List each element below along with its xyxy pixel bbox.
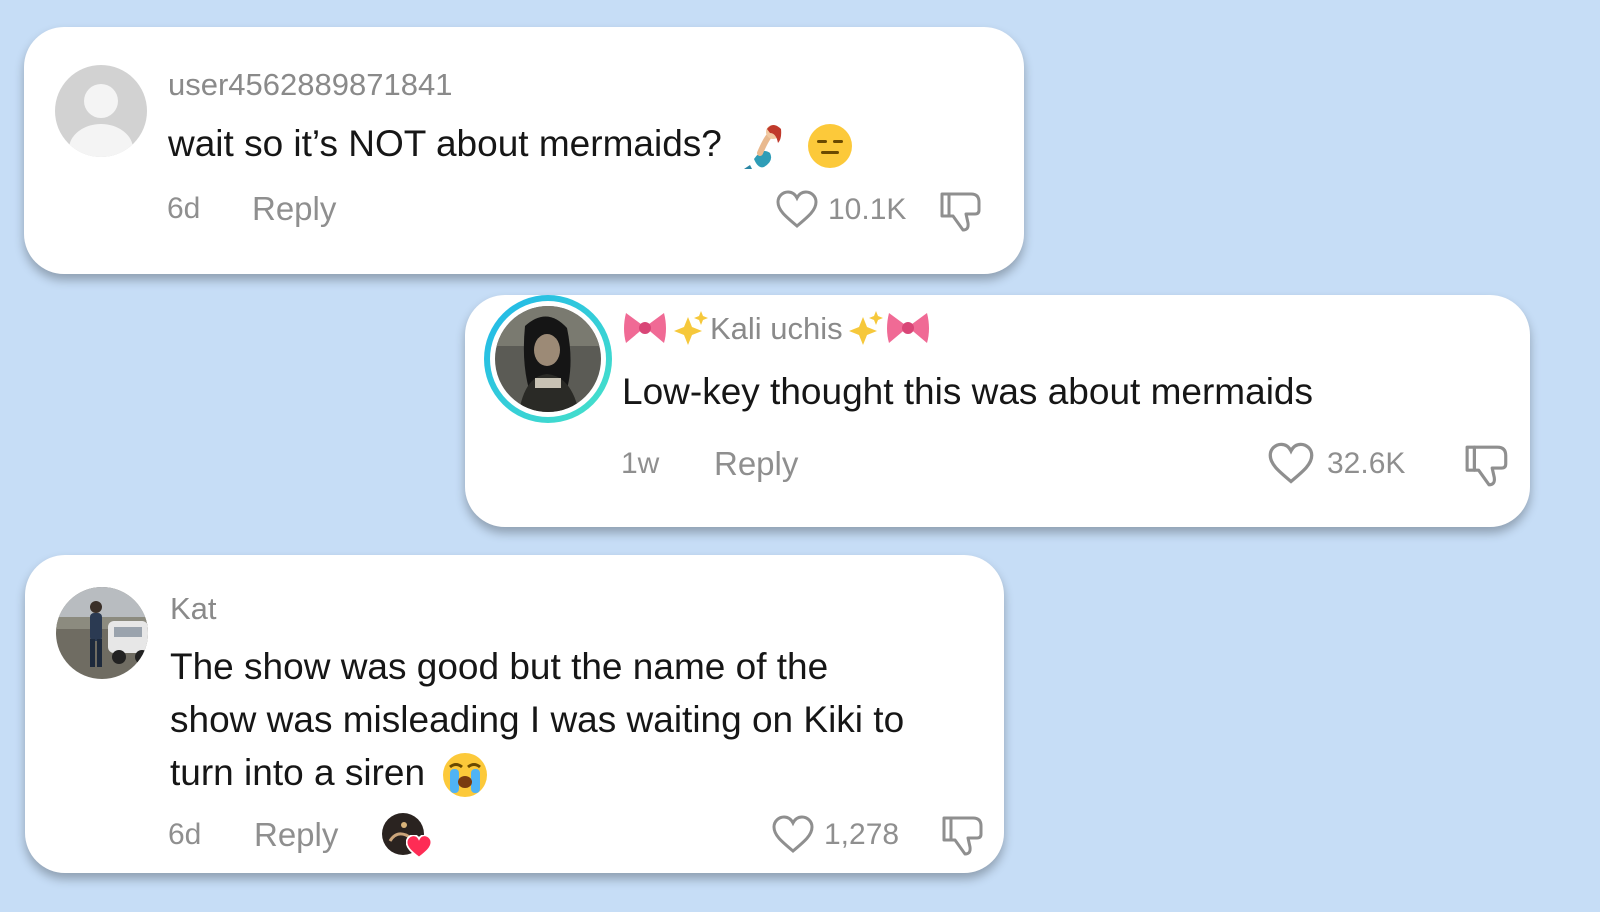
creator-heart-icon	[406, 835, 432, 859]
comment-username[interactable]: Kali uchis	[622, 309, 931, 349]
dislike-icon[interactable]	[941, 814, 987, 858]
like-count: 32.6K	[1327, 447, 1406, 480]
profile-photo[interactable]	[56, 587, 148, 679]
ribbon-emoji	[624, 313, 666, 343]
comment-text-line-with-emoji: turn into a siren	[170, 746, 1000, 799]
comment-text-line: show was misleading I was waiting on Kik…	[170, 699, 905, 740]
reply-button[interactable]: Reply	[714, 445, 798, 483]
sparkles-emoji	[674, 311, 708, 345]
comment-text: wait so it’s NOT about mermaids?	[168, 117, 854, 171]
comment-age: 6d	[167, 192, 201, 225]
comment-text: The show was good but the name of the sh…	[170, 640, 1000, 799]
default-user-icon	[69, 84, 133, 157]
profile-photo	[495, 306, 601, 412]
comment-username[interactable]: Kat	[170, 591, 217, 627]
like-heart-icon[interactable]	[771, 815, 815, 855]
like-heart-icon[interactable]	[775, 190, 819, 230]
expressionless-face-emoji	[808, 124, 853, 169]
comment-age: 1w	[621, 447, 660, 480]
story-avatar[interactable]	[484, 295, 612, 423]
comment-card: Kat The show was good but the name of th…	[25, 555, 1004, 873]
comment-card: Kali uchis Low-key thought this was abou…	[465, 295, 1530, 527]
ribbon-emoji	[886, 313, 929, 343]
comment-text-line: The show was good but the name of the	[170, 646, 829, 687]
reply-button[interactable]: Reply	[254, 816, 338, 854]
username-text: Kali uchis	[710, 311, 843, 346]
dislike-icon[interactable]	[1464, 443, 1512, 489]
dislike-icon[interactable]	[939, 190, 985, 234]
sparkles-emoji	[848, 311, 883, 345]
comment-age: 6d	[168, 818, 202, 851]
reply-button[interactable]: Reply	[252, 190, 336, 228]
comment-card: user4562889871841 wait so it’s NOT about…	[24, 27, 1024, 274]
avatar[interactable]	[55, 65, 147, 157]
comment-text-content: wait so it’s NOT about mermaids?	[168, 123, 722, 164]
profile-photo-image	[56, 587, 148, 679]
comment-text: Low-key thought this was about mermaids	[622, 371, 1314, 412]
like-count: 10.1K	[828, 193, 907, 226]
creator-liked-badge	[382, 813, 434, 859]
comment-text-line: turn into a siren	[170, 752, 426, 793]
loudly-crying-face-emoji	[443, 753, 488, 798]
mermaid-emoji	[744, 125, 782, 170]
like-count: 1,278	[824, 818, 900, 851]
comment-username[interactable]: user4562889871841	[168, 67, 452, 103]
like-heart-icon[interactable]	[1267, 442, 1315, 486]
